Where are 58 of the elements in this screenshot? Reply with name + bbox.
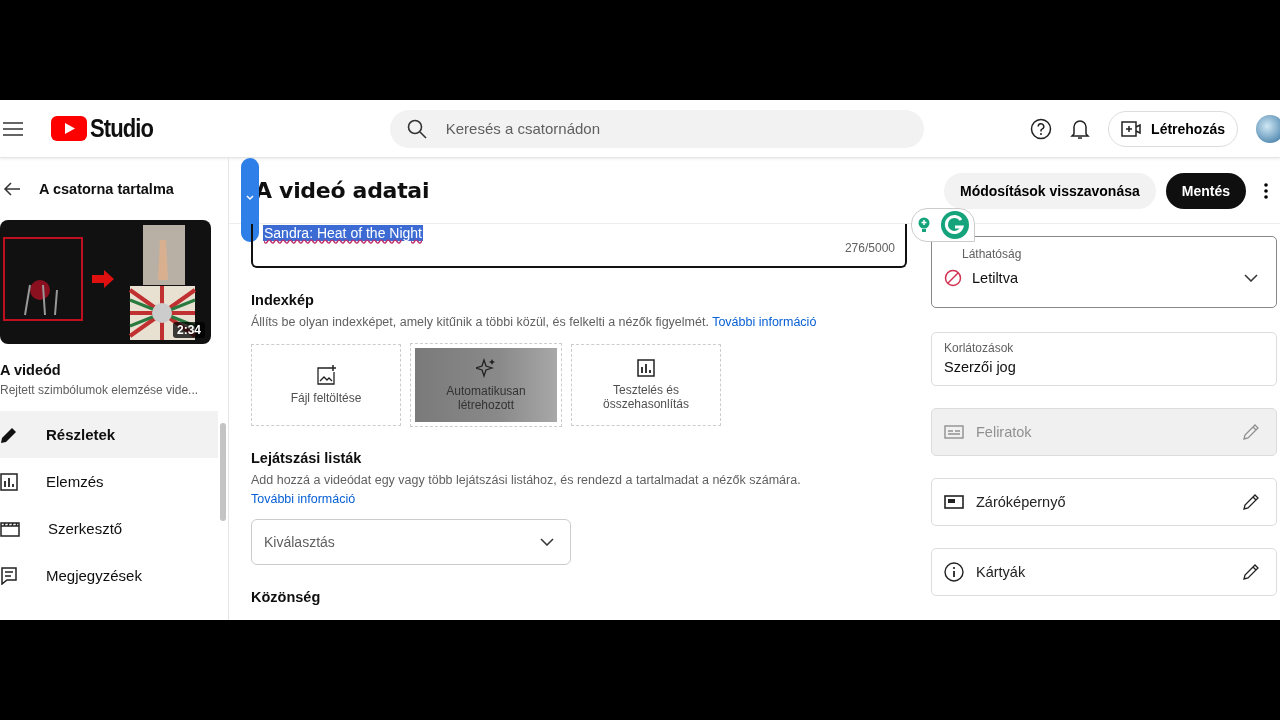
feature-row[interactable]: Záróképernyő xyxy=(931,478,1277,526)
drag-handle-icon[interactable] xyxy=(241,158,259,242)
help-icon[interactable] xyxy=(1030,117,1053,140)
video-plus-icon xyxy=(1121,119,1142,138)
scrollbar[interactable] xyxy=(220,423,226,521)
visibility-dropdown[interactable]: Láthatóság Letiltva xyxy=(931,236,1277,308)
section-heading: Lejátszási listák xyxy=(251,450,363,466)
video-heading: A videód xyxy=(0,362,62,378)
clapperboard-icon xyxy=(0,520,20,537)
back-label: A csatorna tartalma xyxy=(39,181,174,197)
more-icon[interactable] xyxy=(1264,182,1268,199)
comment-icon xyxy=(0,566,18,585)
playlist-select[interactable]: Kiválasztás xyxy=(251,519,571,565)
feature-row[interactable]: Kártyák xyxy=(931,548,1277,596)
search-field[interactable]: Keresés a csatornádon xyxy=(389,109,924,148)
bell-icon[interactable] xyxy=(1070,117,1091,140)
sidebar-item[interactable]: Részletek xyxy=(0,411,218,458)
pencil-icon xyxy=(0,425,18,444)
g-logo-icon xyxy=(940,211,969,239)
menu-icon[interactable] xyxy=(3,121,23,136)
chevron-down-icon xyxy=(540,538,554,546)
sparkle-icon xyxy=(476,358,496,378)
more-info-link[interactable]: További információ xyxy=(251,492,356,506)
logo-text: Studio xyxy=(90,114,154,143)
blocked-icon xyxy=(944,269,962,287)
create-button[interactable]: Létrehozás xyxy=(1108,110,1238,147)
pencil-icon[interactable] xyxy=(1242,563,1260,581)
section-description: Add hozzá a videódat egy vagy több lejátszási listához, és rendezd a tartalmadat a nézők számára. További információ xyxy=(251,472,802,508)
chart-icon xyxy=(0,472,18,491)
subtitles-icon xyxy=(944,425,964,439)
more-info-link[interactable]: További információ xyxy=(712,315,817,329)
thumbnail-option[interactable]: Fájl feltöltése xyxy=(251,344,401,426)
video-title: Rejtett szimbólumok elemzése vide... xyxy=(0,383,200,397)
save-button[interactable]: Mentés xyxy=(1165,172,1246,209)
thumbnail-option[interactable]: Tesztelés és összehasonlítás xyxy=(571,344,721,426)
sidebar-item[interactable]: Szerkesztő xyxy=(0,505,218,552)
lightbulb-icon xyxy=(917,217,930,233)
undo-button[interactable]: Módosítások visszavonása xyxy=(944,172,1156,209)
duration-badge: 2:34 xyxy=(172,322,205,338)
back-arrow-icon[interactable] xyxy=(3,181,21,197)
description-field[interactable]: Sandra: Heat of the Night 276/5000 xyxy=(251,224,907,268)
character-counter: 276/5000 xyxy=(844,241,895,255)
grammarly-widget[interactable] xyxy=(911,208,975,242)
play-logo-icon[interactable] xyxy=(51,116,87,141)
sidebar-item[interactable]: Megjegyzések xyxy=(0,552,218,599)
section-heading: Közönség xyxy=(251,589,322,605)
search-icon xyxy=(406,118,427,139)
info-icon xyxy=(944,562,964,582)
avatar[interactable] xyxy=(1256,114,1280,143)
image-add-icon xyxy=(316,365,336,385)
section-description: Állíts be olyan indexképet, amely kitűnik a többi közül, és felkelti a nézők figyelmét. További információ xyxy=(251,313,818,331)
chevron-down-icon xyxy=(1244,274,1258,282)
sidebar-item[interactable]: Elemzés xyxy=(0,458,218,505)
chart-icon xyxy=(637,359,655,377)
section-heading: Indexkép xyxy=(251,292,315,308)
screen-icon xyxy=(944,495,964,509)
pencil-icon[interactable] xyxy=(1242,493,1260,511)
restrictions-field[interactable]: Korlátozások Szerzői jog xyxy=(931,332,1277,386)
